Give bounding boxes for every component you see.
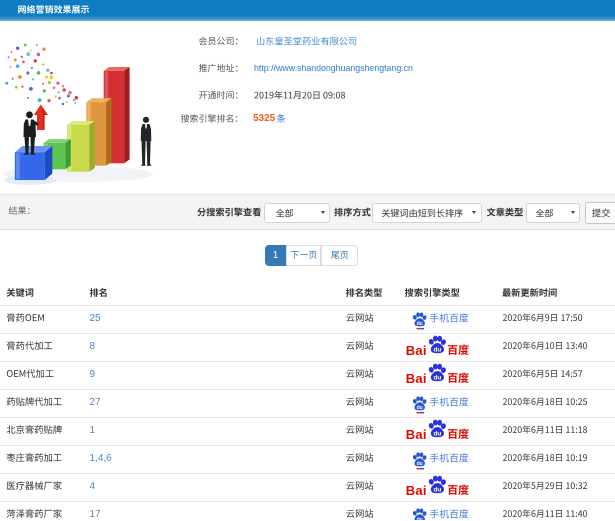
- svg-text:du: du: [417, 405, 423, 411]
- svg-text:du: du: [433, 374, 441, 381]
- svg-text:du: du: [433, 430, 441, 437]
- svg-text:du: du: [433, 346, 441, 353]
- svg-text:du: du: [433, 486, 441, 493]
- svg-text:du: du: [417, 321, 423, 327]
- svg-text:du: du: [417, 461, 423, 467]
